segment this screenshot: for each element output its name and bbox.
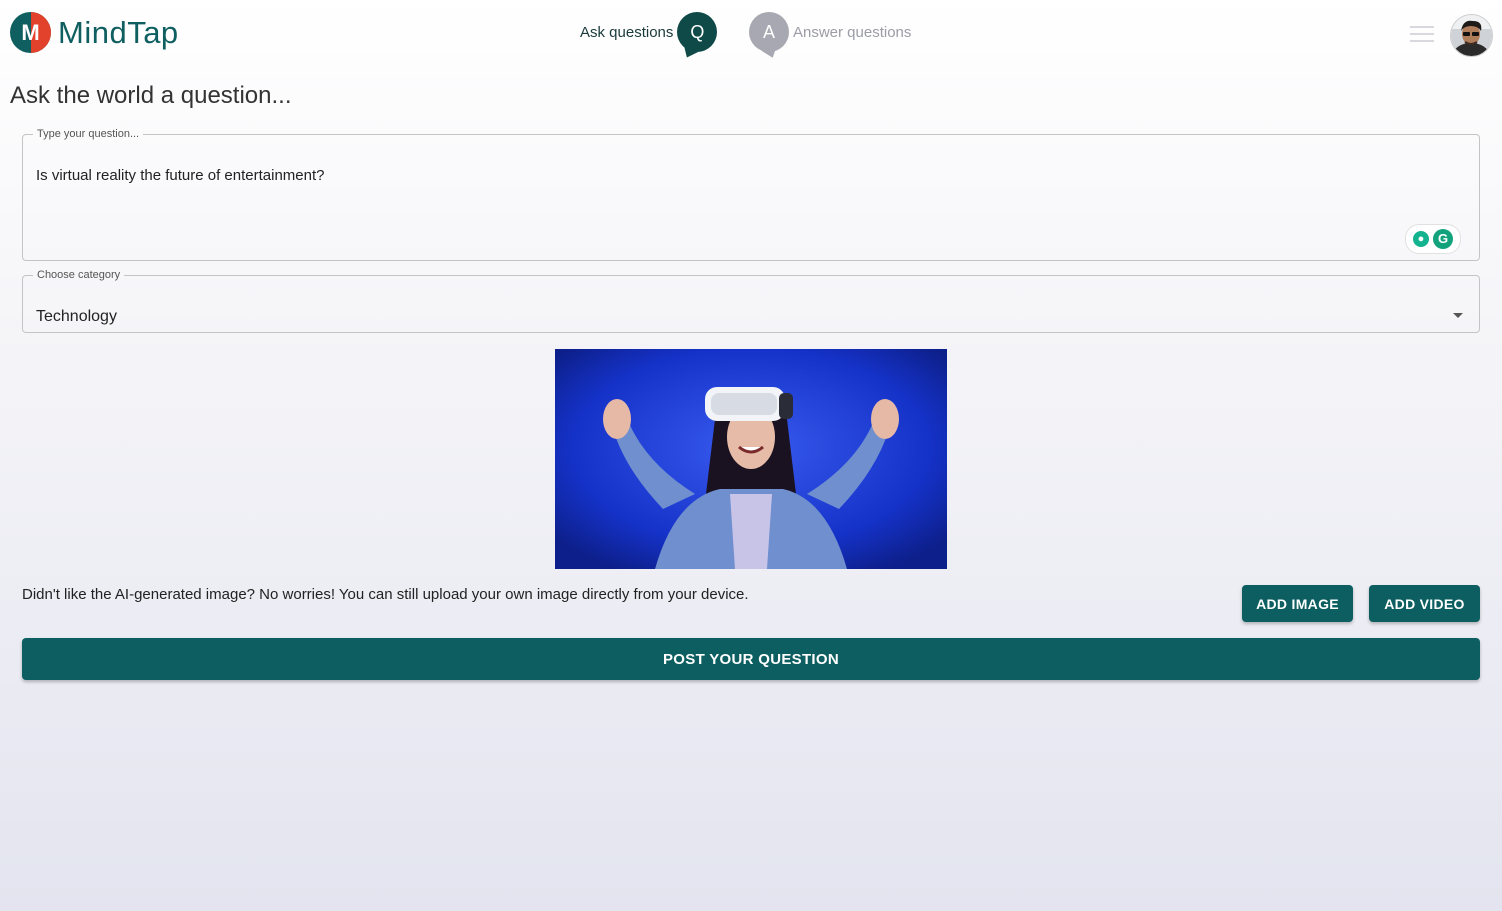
writing-assistant-widget[interactable]: ● G bbox=[1405, 224, 1461, 254]
post-question-button[interactable]: POST YOUR QUESTION bbox=[22, 638, 1480, 680]
app-logo[interactable]: M MindTap bbox=[10, 12, 179, 53]
grammarly-icon[interactable]: G bbox=[1433, 229, 1453, 249]
hamburger-icon[interactable] bbox=[1410, 26, 1434, 44]
question-input[interactable]: Is virtual reality the future of enterta… bbox=[36, 167, 324, 184]
nav-answer-label: Answer questions bbox=[793, 23, 912, 41]
top-bar: M MindTap Ask questions Q A Answer quest… bbox=[0, 0, 1502, 70]
vr-woman-image bbox=[555, 349, 947, 569]
logo-icon: M bbox=[10, 12, 51, 53]
answer-bubble-icon: A bbox=[749, 12, 789, 52]
app-name: MindTap bbox=[58, 14, 179, 50]
page-title: Ask the world a question... bbox=[10, 82, 292, 109]
question-field-label: Type your question... bbox=[37, 128, 140, 140]
upload-hint-text: Didn't like the AI-generated image? No w… bbox=[22, 586, 749, 603]
add-video-button[interactable]: ADD VIDEO bbox=[1369, 585, 1480, 622]
add-image-button[interactable]: ADD IMAGE bbox=[1242, 585, 1353, 622]
generated-image-preview bbox=[555, 349, 947, 569]
nav-answer-questions[interactable]: A Answer questions bbox=[749, 12, 911, 52]
lightbulb-icon[interactable]: ● bbox=[1413, 231, 1429, 247]
category-select-label: Choose category bbox=[37, 269, 121, 281]
nav-ask-questions[interactable]: Ask questions Q bbox=[580, 12, 718, 52]
user-avatar[interactable] bbox=[1450, 14, 1493, 57]
question-bubble-icon: Q bbox=[677, 12, 718, 52]
question-field[interactable]: Type your question... Is virtual reality… bbox=[22, 128, 1480, 261]
category-select[interactable]: Choose category Technology bbox=[22, 269, 1480, 333]
nav-ask-label: Ask questions bbox=[580, 23, 674, 41]
category-selected-value: Technology bbox=[36, 308, 117, 325]
dropdown-arrow-icon[interactable] bbox=[1453, 313, 1463, 318]
